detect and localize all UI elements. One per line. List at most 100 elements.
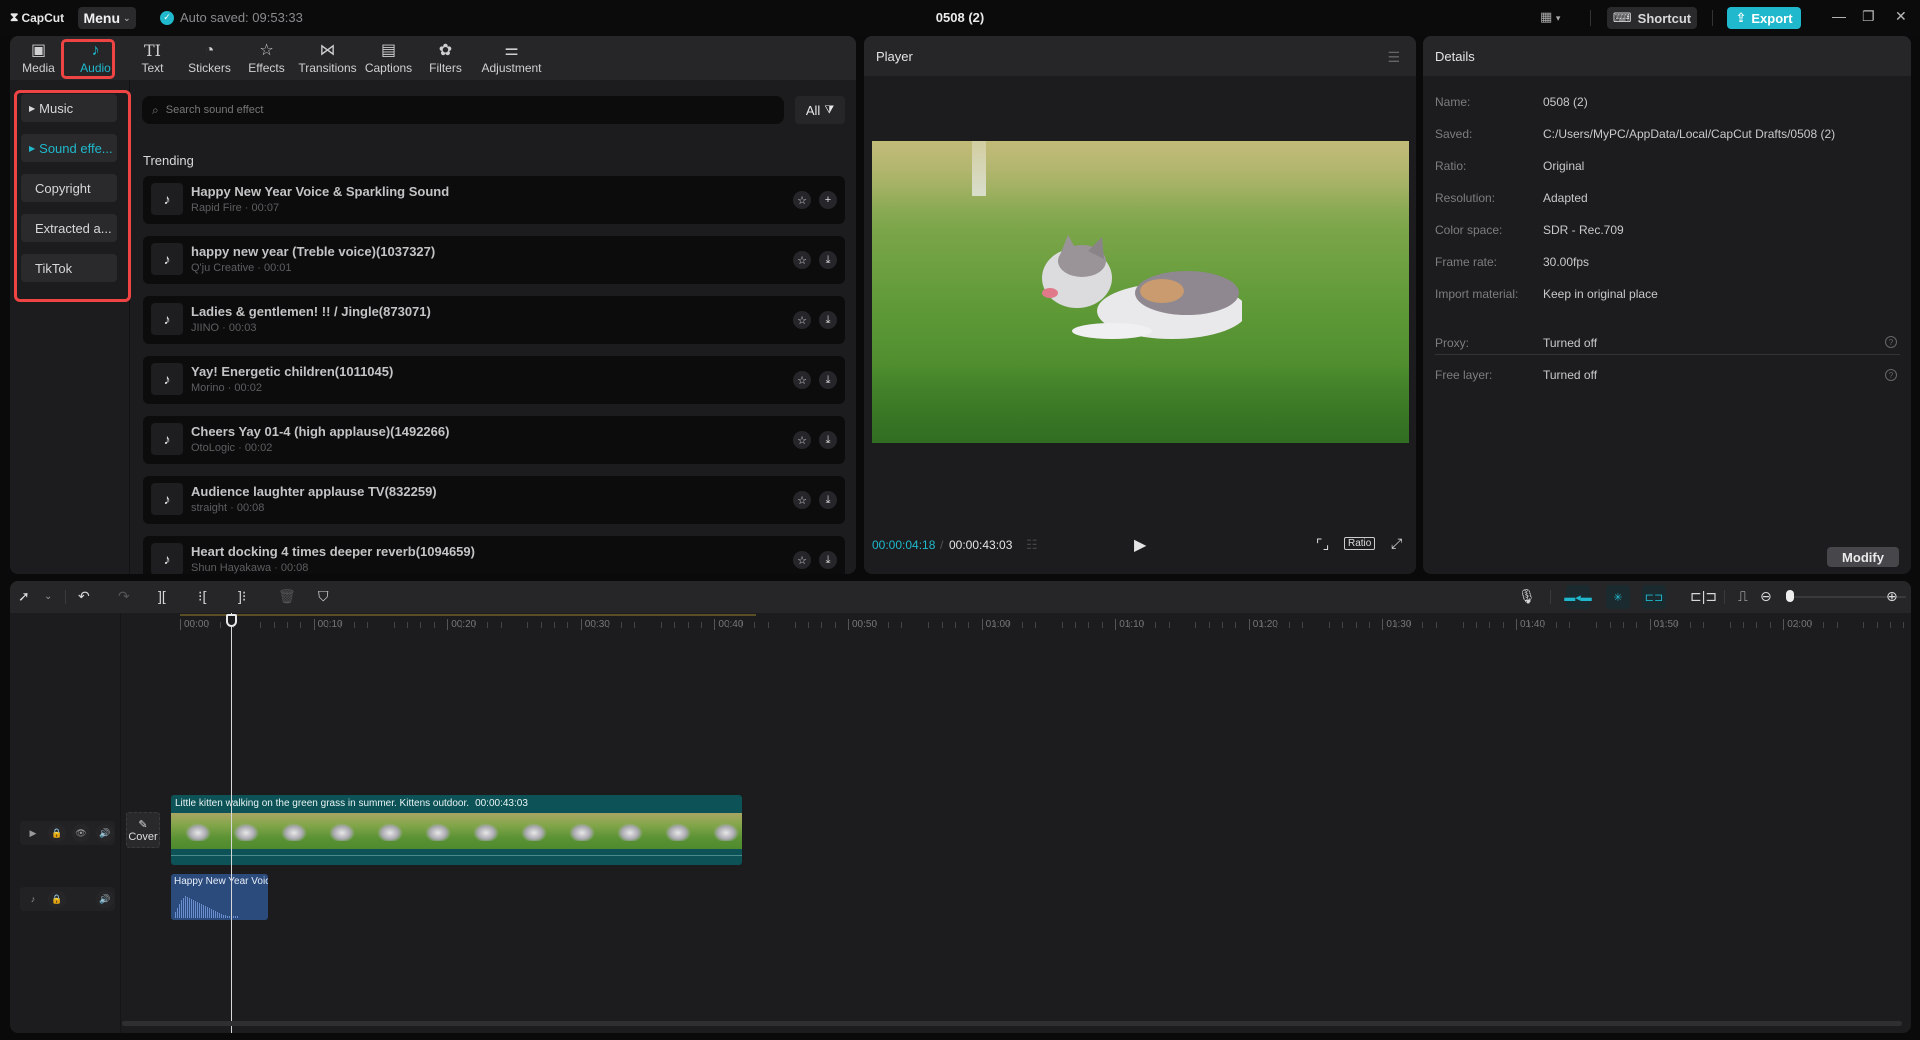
tab-audio[interactable]: ♪ Audio <box>67 36 124 80</box>
favorite-star-icon[interactable]: ☆ <box>793 311 811 329</box>
ratio-button[interactable]: Ratio <box>1344 537 1376 550</box>
select-tool-icon[interactable]: ➚ <box>18 588 30 605</box>
playhead[interactable] <box>231 613 232 1033</box>
ruler-minor-tick <box>968 622 970 628</box>
tab-filters[interactable]: ✿ Filters <box>417 36 474 80</box>
download-icon[interactable]: ⤓ <box>819 551 837 569</box>
ruler-minor-tick <box>367 622 369 628</box>
video-clip[interactable]: Little kitten walking on the green grass… <box>171 795 742 865</box>
preview-axis-icon[interactable]: ⊏|⊐ <box>1690 588 1717 605</box>
play-button[interactable]: ▶ <box>1134 535 1146 555</box>
audio-clip[interactable]: Happy New Year Voice & Sparkling Sound <box>171 874 268 920</box>
zoom-to-fit-icon[interactable]: ⎍ <box>1738 588 1748 605</box>
ruler-minor-tick <box>1141 622 1143 628</box>
delete-icon[interactable]: 🗑 <box>278 588 296 605</box>
tab-media[interactable]: ▣ Media <box>10 36 67 80</box>
video-preview[interactable] <box>872 141 1409 443</box>
close-button[interactable]: ✕ <box>1895 8 1907 25</box>
detail-value: Original <box>1543 159 1585 173</box>
zoom-slider-handle[interactable] <box>1786 590 1794 602</box>
waveform-bar <box>227 916 228 918</box>
time-ruler[interactable]: 00:00 00:10 00:20 00:30 00:40 00:50 01:00 01:10… <box>170 613 1911 635</box>
mute-icon[interactable]: 🔊 <box>96 824 114 842</box>
trim-left-icon[interactable]: ⁝[ <box>198 588 206 605</box>
favorite-star-icon[interactable]: ☆ <box>793 431 811 449</box>
zoom-fit-icon[interactable]: ⌜⌟ <box>1316 536 1329 553</box>
help-icon[interactable]: ? <box>1885 336 1897 348</box>
restore-button[interactable]: ❐ <box>1862 8 1875 25</box>
grid-icon[interactable]: ☷ <box>1026 537 1038 553</box>
modify-button[interactable]: Modify <box>1827 547 1899 567</box>
category-copyright[interactable]: Copyright <box>21 174 117 202</box>
sound-meta: straight · 00:08 <box>191 502 265 514</box>
marker-icon[interactable]: ⛉ <box>318 588 329 605</box>
chevron-down-icon[interactable]: ⌄ <box>44 591 52 602</box>
category-tiktok[interactable]: TikTok <box>21 254 117 282</box>
menu-button[interactable]: Menu ⌄ <box>78 7 136 29</box>
ruler-minor-tick <box>1502 622 1504 628</box>
minimize-icon: — <box>1832 8 1846 24</box>
export-button[interactable]: ⇪ Export <box>1727 7 1801 29</box>
sound-meta: Rapid Fire · 00:07 <box>191 202 280 214</box>
favorite-star-icon[interactable]: ☆ <box>793 491 811 509</box>
layout-button[interactable]: ▦ ▾ <box>1540 9 1560 25</box>
split-icon[interactable]: ][ <box>158 588 166 604</box>
auto-snap-icon[interactable]: ✳ <box>1606 585 1630 609</box>
playhead-handle[interactable] <box>226 614 237 627</box>
sound-item[interactable]: ♪ Yay! Energetic children(1011045) Morino … <box>143 356 845 404</box>
download-icon[interactable]: ⤓ <box>819 431 837 449</box>
sound-item[interactable]: ♪ Happy New Year Voice & Sparkling Sound R… <box>143 176 845 224</box>
ruler-minor-tick <box>754 622 756 628</box>
fullscreen-icon[interactable]: ⤢ <box>1391 535 1402 552</box>
download-icon[interactable]: ⤓ <box>819 371 837 389</box>
ruler-minor-tick <box>1342 622 1344 628</box>
category-music[interactable]: ▶ Music <box>21 94 117 122</box>
mute-icon[interactable]: 🔊 <box>96 890 114 908</box>
media-library-panel: ▣ Media ♪ Audio TI Text ◔ Stickers ☆ Effects … <box>10 36 856 574</box>
tab-adjustment[interactable]: ⚌ Adjustment <box>474 36 549 80</box>
category-extracted-audio[interactable]: Extracted a... <box>21 214 117 242</box>
shortcut-button[interactable]: ⌨ Shortcut <box>1607 7 1697 29</box>
favorite-star-icon[interactable]: ☆ <box>793 251 811 269</box>
search-input[interactable]: ⌕ Search sound effect <box>142 96 784 124</box>
sound-item[interactable]: ♪ Cheers Yay 01-4 (high applause)(1492266… <box>143 416 845 464</box>
detail-value: 0508 (2) <box>1543 95 1588 109</box>
tab-transitions[interactable]: ⋈ Transitions <box>295 36 360 80</box>
help-icon[interactable]: ? <box>1885 369 1897 381</box>
zoom-out-icon[interactable]: ⊖ <box>1760 588 1772 605</box>
download-icon[interactable]: ⤓ <box>819 491 837 509</box>
tab-effects[interactable]: ☆ Effects <box>238 36 295 80</box>
cover-button[interactable]: ✎ Cover <box>126 812 160 848</box>
filter-button[interactable]: All ⧩ <box>795 96 845 124</box>
favorite-star-icon[interactable]: ☆ <box>793 551 811 569</box>
sound-item[interactable]: ♪ happy new year (Treble voice)(1037327) Q… <box>143 236 845 284</box>
main-track-magnet-icon[interactable]: ▬◂▬ <box>1564 585 1592 609</box>
sound-item[interactable]: ♪ Audience laughter applause TV(832259) st… <box>143 476 845 524</box>
favorite-star-icon[interactable]: ☆ <box>793 191 811 209</box>
visibility-icon[interactable]: 👁 <box>72 824 90 842</box>
linkage-icon[interactable]: ⊏⊐ <box>1642 585 1666 609</box>
favorite-star-icon[interactable]: ☆ <box>793 371 811 389</box>
add-icon[interactable]: + <box>819 191 837 209</box>
sound-item[interactable]: ♪ Heart docking 4 times deeper reverb(109… <box>143 536 845 574</box>
tab-text[interactable]: TI Text <box>124 36 181 80</box>
redo-icon[interactable]: ↷ <box>118 588 130 605</box>
lock-icon[interactable]: 🔒 <box>48 890 66 908</box>
detail-key: Color space: <box>1435 223 1503 237</box>
tab-stickers[interactable]: ◔ Stickers <box>181 36 238 80</box>
trim-right-icon[interactable]: ]⁝ <box>238 588 246 605</box>
divider <box>1435 354 1900 355</box>
sound-item[interactable]: ♪ Ladies & gentlemen! !! / Jingle(873071)… <box>143 296 845 344</box>
horizontal-scrollbar[interactable] <box>122 1021 1902 1026</box>
microphone-icon[interactable]: 🎙 <box>1518 588 1536 605</box>
category-sound-effects[interactable]: ▶ Sound effe... <box>21 134 117 162</box>
download-icon[interactable]: ⤓ <box>819 311 837 329</box>
minimize-button[interactable]: — <box>1832 8 1846 24</box>
zoom-in-icon[interactable]: ⊕ <box>1886 588 1898 605</box>
lock-icon[interactable]: 🔒 <box>48 824 66 842</box>
download-icon[interactable]: ⤓ <box>819 251 837 269</box>
tab-captions[interactable]: ▤ Captions <box>360 36 417 80</box>
undo-icon[interactable]: ↶ <box>78 588 90 605</box>
player-menu-icon[interactable]: ☰ <box>1387 49 1400 66</box>
ruler-minor-tick <box>1475 622 1477 628</box>
